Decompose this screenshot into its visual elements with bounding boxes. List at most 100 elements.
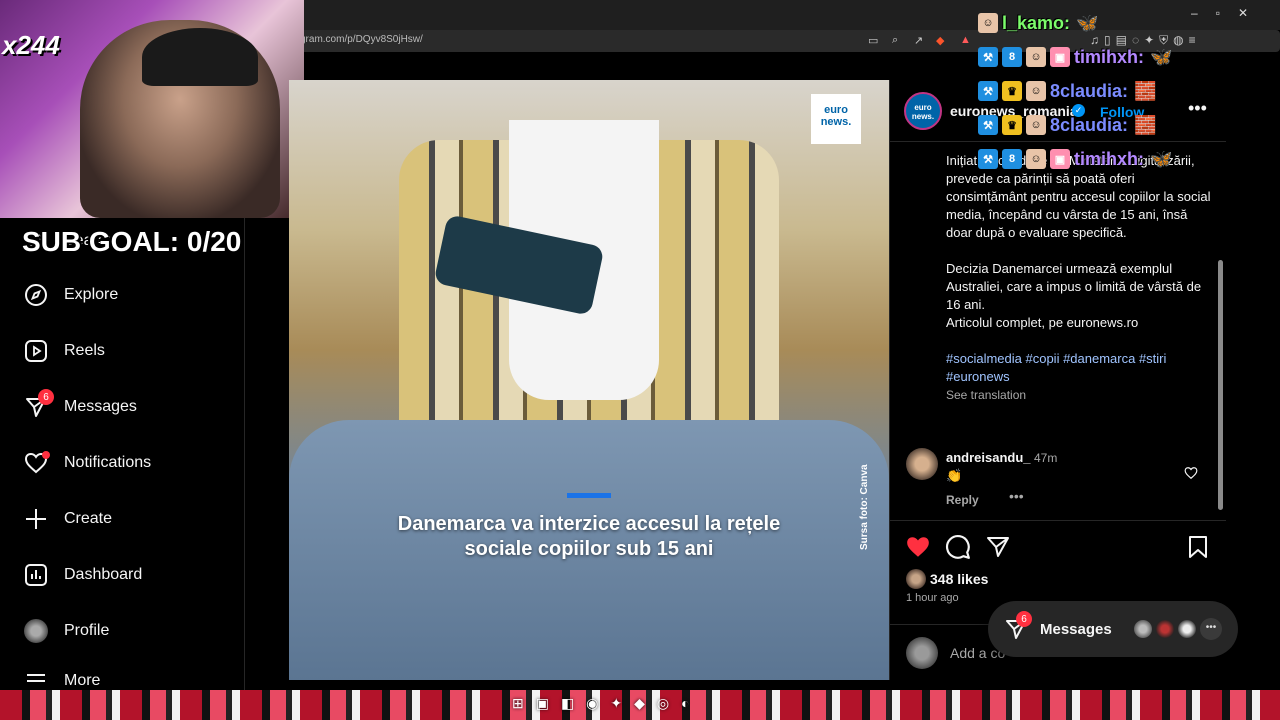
avatar <box>1154 618 1176 640</box>
share-icon[interactable] <box>984 533 1012 561</box>
menu-icon <box>24 672 48 690</box>
webcam-label: x244 <box>2 30 60 60</box>
comment-time: 47m <box>1034 451 1058 465</box>
gift-icon: ▣ <box>1050 149 1070 169</box>
chat-message: ⚒ 8 ☺ ▣ timihxh: 🦋 <box>978 40 1198 74</box>
sidebar-item-messages[interactable]: 6 Messages <box>24 389 137 422</box>
chat-emote: 🦋 <box>1076 12 1099 33</box>
chat-emote: 🦋 <box>1150 46 1173 67</box>
zoom-icon[interactable]: ⌕ <box>892 34 898 47</box>
compass-icon <box>24 283 48 307</box>
chat-username: 8claudia: <box>1050 114 1129 135</box>
commenter-username[interactable]: andreisandu_ <box>946 450 1031 465</box>
current-user-avatar <box>906 637 938 669</box>
sidebar-item-label: Profile <box>64 622 110 639</box>
sidebar-item-reels[interactable]: Reels <box>24 336 105 366</box>
messages-label: Messages <box>1040 621 1112 638</box>
see-translation-link[interactable]: See translation <box>946 386 1211 404</box>
sidebar-item-label: Reels <box>64 342 105 359</box>
sidebar-item-explore[interactable]: Explore <box>24 280 118 310</box>
comment-item: andreisandu_ 47m 👏 Reply ••• <box>906 448 1216 508</box>
windows-taskbar: ⊞▣◧◉✦◆◎◐ <box>0 690 1280 720</box>
logo-line-2: news. <box>820 116 852 128</box>
post-caption: Inițiat va conduce de Ministerul Digital… <box>946 152 1211 404</box>
instagram-sidebar: Search Explore Reels 6 Messages Notifica… <box>0 218 245 690</box>
messages-badge: 6 <box>1016 611 1032 627</box>
comment-more-icon[interactable]: ••• <box>1009 488 1024 504</box>
chat-badge-icon: ⚒ <box>978 115 998 135</box>
chat-emote: 🧱 <box>1134 80 1157 101</box>
chat-badge-icon: ☺ <box>1026 149 1046 169</box>
caption-link-line: Articolul complet, pe euronews.ro <box>946 315 1139 330</box>
like-icon[interactable] <box>904 533 932 561</box>
liker-avatar <box>906 569 926 589</box>
chat-badge-icon: ⚒ <box>978 81 998 101</box>
caption-accent-bar <box>567 493 611 498</box>
chat-badge-icon: 8 <box>1002 47 1022 67</box>
sidebar-item-dashboard[interactable]: Dashboard <box>24 560 142 590</box>
heart-icon <box>24 451 50 475</box>
sidebar-item-notifications[interactable]: Notifications <box>24 448 151 478</box>
commenter-avatar[interactable] <box>906 448 938 480</box>
logo-line-1: euro <box>824 104 848 116</box>
messenger-icon: 6 <box>24 389 54 419</box>
likes-count[interactable]: 348 likes <box>930 571 988 587</box>
chat-badge-icon: ☺ <box>978 13 998 33</box>
image-headline: Danemarca va interzice accesul la rețele… <box>397 513 781 560</box>
crown-icon: ♛ <box>1002 81 1022 101</box>
gift-icon: ▣ <box>1050 47 1070 67</box>
chat-message: ⚒ ♛ ☺ 8claudia: 🧱 <box>978 108 1198 142</box>
chat-username: l_kamo: <box>1002 12 1071 33</box>
chat-username: timihxh: <box>1074 148 1144 169</box>
sidebar-item-label: Messages <box>64 398 137 415</box>
window-controls[interactable]: –▫✕ <box>1191 6 1266 20</box>
comment-icon[interactable] <box>944 533 972 561</box>
rewards-icon[interactable]: ▲ <box>960 34 971 46</box>
reels-icon <box>24 339 48 363</box>
sub-goal-overlay: SUB GOAL: 0/20 <box>22 226 242 257</box>
chat-username: timihxh: <box>1074 46 1144 67</box>
avatar <box>1132 618 1154 640</box>
chat-username: 8claudia: <box>1050 80 1129 101</box>
comment-like-icon[interactable] <box>1184 466 1198 483</box>
chat-badge-icon: ⚒ <box>978 47 998 67</box>
messages-floating-button[interactable]: 6 Messages ••• <box>988 601 1238 657</box>
caption-paragraph: Decizia Danemarcei urmează exemplul Aust… <box>946 261 1202 312</box>
sidebar-item-label: More <box>64 672 101 689</box>
scroll-thumb[interactable] <box>1218 260 1223 510</box>
avatar <box>1176 618 1198 640</box>
screen-icon[interactable]: ▭ <box>868 34 878 47</box>
plus-icon <box>24 507 48 531</box>
url-text[interactable]: gram.com/p/DQyv8S0jHsw/ <box>300 34 423 45</box>
sidebar-item-label: Create <box>64 510 113 527</box>
euronews-logo: euro news. <box>811 94 861 144</box>
chat-message: ⚒ ♛ ☺ 8claudia: 🧱 <box>978 74 1198 108</box>
author-avatar[interactable]: euro news. <box>904 92 942 130</box>
messages-badge: 6 <box>38 389 54 405</box>
chat-emote: 🦋 <box>1150 148 1173 169</box>
caption-hashtags[interactable]: #socialmedia #copii #danemarca #stiri #e… <box>946 350 1211 386</box>
reply-button[interactable]: Reply <box>946 493 979 507</box>
sidebar-item-label: Explore <box>64 286 119 303</box>
chat-emote: 🧱 <box>1134 114 1157 135</box>
share-icon[interactable]: ↗ <box>914 34 923 47</box>
brave-shield-icon[interactable]: ◆ <box>936 34 944 47</box>
sidebar-item-label: Dashboard <box>64 566 143 583</box>
post-image[interactable]: euro news. Danemarca va interzice accesu… <box>289 80 889 680</box>
stream-chat-overlay: ☺ l_kamo: 🦋 ⚒ 8 ☺ ▣ timihxh: 🦋 ⚒ ♛ ☺ 8cl… <box>978 6 1198 176</box>
sidebar-item-create[interactable]: Create <box>24 504 112 534</box>
sidebar-item-profile[interactable]: Profile <box>24 616 109 646</box>
scrollbar[interactable] <box>1216 142 1224 520</box>
chat-badge-icon: ☺ <box>1026 81 1046 101</box>
bookmark-icon[interactable] <box>1184 533 1212 561</box>
chat-badge-icon: 8 <box>1002 149 1022 169</box>
chat-badge-icon: ⚒ <box>978 149 998 169</box>
likes-row[interactable]: 348 likes <box>906 569 988 589</box>
taskbar-app-icons[interactable]: ⊞▣◧◉✦◆◎◐ <box>512 695 702 712</box>
sidebar-item-more[interactable]: More <box>24 672 100 690</box>
notification-dot <box>42 451 50 459</box>
crown-icon: ♛ <box>1002 115 1022 135</box>
comment-text: 👏 <box>946 468 963 483</box>
chat-badge-icon: ☺ <box>1026 115 1046 135</box>
sidebar-item-label: Notifications <box>64 454 152 471</box>
